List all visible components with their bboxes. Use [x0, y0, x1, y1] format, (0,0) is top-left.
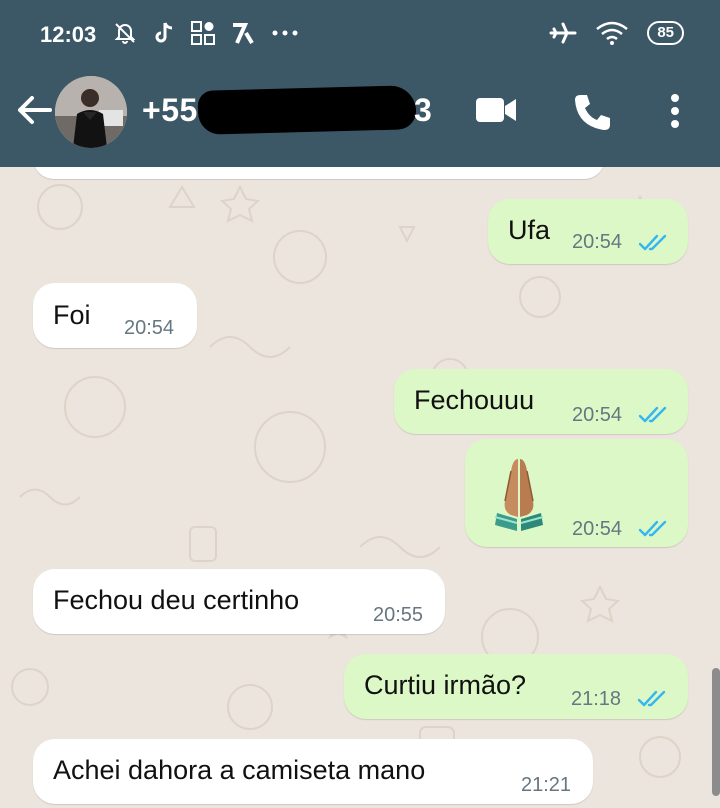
contact-name-suffix[interactable]: 3: [414, 92, 432, 129]
message-bubble-incoming[interactable]: Fechou deu certinho 20:55: [33, 569, 445, 634]
voice-call-icon[interactable]: [572, 92, 612, 132]
message-bubble-incoming[interactable]: Achei dahora a camiseta mano 21:21: [33, 739, 593, 804]
message-text: Fechouuu: [414, 385, 535, 415]
message-time: 20:54: [572, 518, 623, 540]
message-time: 20:54: [124, 317, 175, 339]
airplane-mode-icon: [549, 22, 577, 44]
message-bubble-outgoing[interactable]: Curtiu irmão? 21:18: [344, 654, 688, 719]
wifi-icon: [596, 21, 629, 45]
message-bubble-incoming[interactable]: Foi 20:54: [33, 283, 197, 348]
message-text: Ufa: [508, 215, 551, 245]
status-notification-icons: [112, 20, 300, 46]
more-options-icon[interactable]: [665, 92, 685, 132]
more-notifications-icon: [272, 30, 298, 36]
message-bubble-outgoing[interactable]: 20:54: [465, 439, 688, 547]
contact-name[interactable]: +55: [142, 92, 198, 129]
read-receipt-icon: [637, 690, 666, 707]
battery-indicator: 85: [647, 21, 684, 45]
app-logo-icon: [233, 23, 254, 45]
muted-bell-icon: [114, 23, 136, 44]
message-time: 20:54: [572, 231, 623, 253]
message-time: 21:18: [571, 688, 622, 710]
contact-avatar[interactable]: [55, 76, 127, 148]
apps-grid-icon: [191, 21, 215, 45]
message-text: Fechou deu certinho: [53, 585, 300, 615]
back-arrow-icon[interactable]: [16, 94, 52, 126]
tiktok-icon: [155, 22, 173, 43]
message-bubble-outgoing[interactable]: Ufa 20:54: [488, 199, 688, 264]
message-bubble-outgoing[interactable]: Fechouuu 20:54: [394, 369, 688, 434]
message-text: Achei dahora a camiseta mano: [53, 755, 426, 785]
message-time: 20:54: [572, 404, 623, 426]
status-system-icons: 85: [549, 20, 684, 46]
chat-area[interactable]: Ufa 20:54 Foi 20:54 Fechouuu 20:54 20:54: [0, 167, 720, 808]
chat-header: 12:03 85 +55 3: [0, 0, 720, 167]
status-time: 12:03: [40, 22, 97, 47]
folded-hands-emoji-icon: [494, 459, 544, 531]
read-receipt-icon: [638, 406, 667, 423]
message-text: Foi: [53, 300, 91, 330]
read-receipt-icon: [638, 520, 667, 537]
message-bubble-partial[interactable]: [33, 167, 605, 179]
message-text: Curtiu irmão?: [364, 670, 527, 700]
video-call-icon[interactable]: [474, 92, 518, 128]
avatar-photo: [55, 76, 127, 148]
redacted-number: [197, 85, 417, 135]
chat-scrollbar[interactable]: [712, 668, 720, 796]
read-receipt-icon: [638, 234, 667, 251]
message-time: 20:55: [373, 604, 424, 626]
message-time: 21:21: [521, 774, 572, 796]
